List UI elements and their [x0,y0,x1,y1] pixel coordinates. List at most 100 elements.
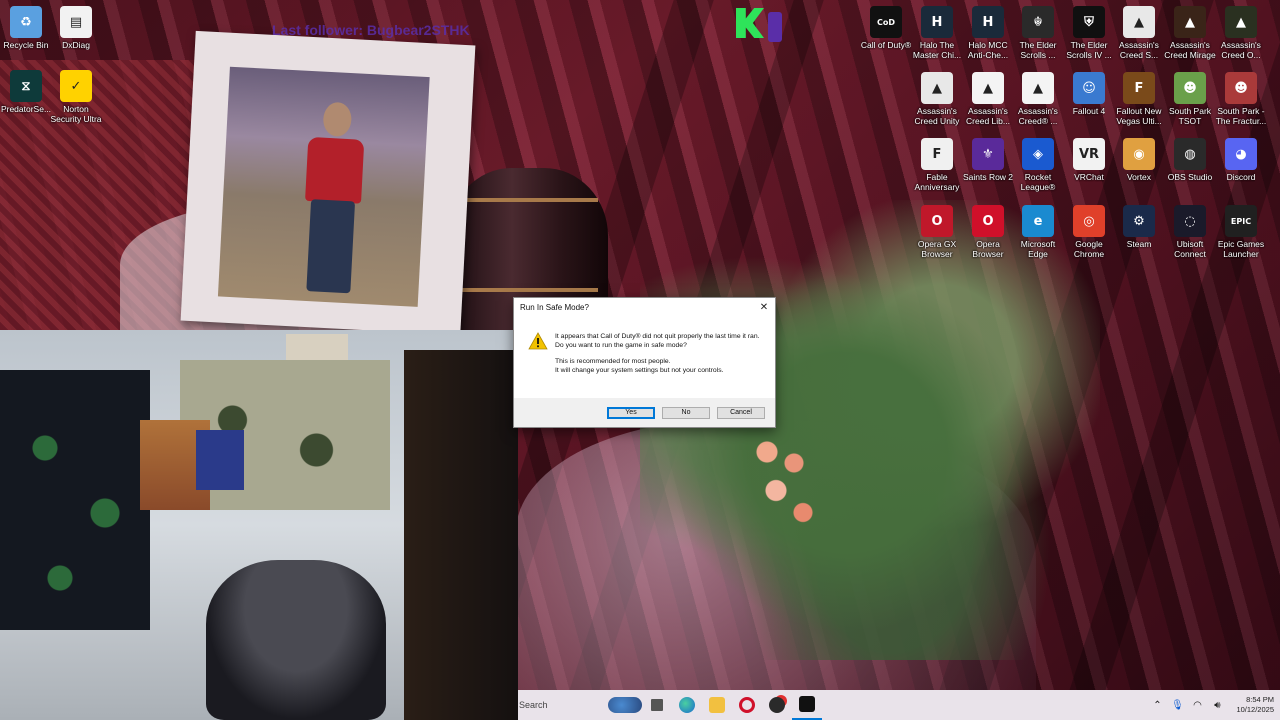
desktop-shortcut[interactable]: ▲ Assassin's Creed Mirage [1164,6,1216,60]
desktop-shortcut[interactable]: ▲ Assassin's Creed S... [1113,6,1165,60]
clock-time: 8:54 PM [1246,695,1274,704]
epic-games-icon: EPIC [1225,205,1257,237]
search-input[interactable]: Search [519,700,548,710]
desktop-shortcut[interactable]: O Opera Browser [962,205,1014,259]
ac-syndicate-icon: ▲ [1123,6,1155,38]
dialog-button-row: Yes No Cancel [514,398,775,427]
desktop-shortcut[interactable]: ◍ OBS Studio [1164,138,1216,182]
south-park-fbw-icon: ☻ [1225,72,1257,104]
desktop-shortcut[interactable]: ◉ Vortex [1113,138,1165,182]
wifi-icon[interactable]: ◠ [1190,698,1204,712]
desktop-shortcut-label: DxDiag [62,40,90,50]
folder-icon [709,697,725,713]
desktop-shortcut[interactable]: ☺ Fallout 4 [1063,72,1115,116]
desktop-shortcut[interactable]: O Opera GX Browser [911,205,963,259]
desktop-shortcut[interactable]: VR VRChat [1063,138,1115,182]
desktop-shortcut[interactable]: e Microsoft Edge [1012,205,1064,259]
desktop-shortcut[interactable]: ▲ Assassin's Creed® ... [1012,72,1064,126]
desktop-shortcut-label: Google Chrome [1073,239,1105,259]
desktop-shortcut[interactable]: H Halo MCC Anti-Che... [962,6,1014,60]
desktop-shortcut[interactable]: ⚙ Steam [1113,205,1165,249]
desktop-shortcut[interactable]: ♻ Recycle Bin [0,6,52,50]
dialog-titlebar[interactable]: Run In Safe Mode? ✕ [514,298,775,316]
desktop-shortcut-label: South Park TSOT [1168,106,1212,126]
ac-mirage-icon: ▲ [1174,6,1206,38]
taskbar-edge-button[interactable] [672,690,702,720]
desktop-shortcut-label: Opera Browser [972,239,1004,259]
desktop-shortcut[interactable]: H Halo The Master Chi... [911,6,963,60]
desktop-shortcut[interactable]: ⚜ Saints Row 2 [962,138,1014,182]
stream-follower-overlay: Last follower: Bugbear2STHK [272,22,470,38]
doorframe [404,350,518,720]
halo-anticheat-icon: H [972,6,1004,38]
desktop-shortcut[interactable]: ⛨ The Elder Scrolls IV ... [1063,6,1115,60]
desktop-shortcut[interactable]: ✓ Norton Security Ultra [50,70,102,124]
steam-icon: ⚙ [1123,205,1155,237]
desktop-shortcut[interactable]: ◎ Google Chrome [1063,205,1115,259]
potted-plant [640,200,1100,660]
fable-icon: F [921,138,953,170]
microsoft-edge-icon: e [1022,205,1054,237]
clock[interactable]: 8:54 PM 10/12/2025 [1230,695,1274,715]
dialog-message: It appears that Call of Duty® did not qu… [555,333,765,383]
desktop-shortcut-label: Vortex [1126,172,1152,182]
dialog-line-2: Do you want to run the game in safe mode… [555,341,687,349]
kick-logo [736,8,794,42]
desktop-shortcut[interactable]: ☻ South Park - The Fractur... [1215,72,1267,126]
desktop-shortcut-label: Assassin's Creed Unity [914,106,960,126]
desktop-shortcut[interactable]: ▲ Assassin's Creed Lib... [962,72,1014,126]
warning-icon [528,332,548,350]
volume-icon[interactable]: 🔊︎ [1210,698,1224,712]
dialog-line-3: This is recommended for most people. [555,358,671,365]
dxdiag-icon: ▤ [60,6,92,38]
dialog-title: Run In Safe Mode? [520,302,589,312]
desktop-shortcut-label: Epic Games Launcher [1217,239,1265,259]
desktop-shortcut[interactable]: ☻ South Park TSOT [1164,72,1216,126]
desktop-shortcut-label: Assassin's Creed Mirage [1164,40,1216,60]
chevron-up-icon[interactable]: ⌃ [1150,698,1164,712]
ac-unity-icon: ▲ [921,72,953,104]
vortex-icon: ◉ [1123,138,1155,170]
desktop-shortcut-label: Discord [1226,172,1256,182]
desktop-shortcut[interactable]: ◕ Discord [1215,138,1267,182]
desktop-shortcut-label: Assassin's Creed Lib... [966,106,1010,126]
ubisoft-connect-icon: ◌ [1174,205,1206,237]
microphone-icon[interactable]: 🎙︎ [1170,698,1184,712]
rocket-league-icon: ◈ [1022,138,1054,170]
desktop-shortcut[interactable]: ◌ Ubisoft Connect [1164,205,1216,259]
desktop-shortcut[interactable]: ▲ Assassin's Creed Unity [911,72,963,126]
desktop-shortcut-label: Halo MCC Anti-Che... [967,40,1009,60]
desktop-shortcut[interactable]: F Fallout New Vegas Ulti... [1113,72,1165,126]
desktop-shortcut[interactable]: EPIC Epic Games Launcher [1215,205,1267,259]
google-chrome-icon: ◎ [1073,205,1105,237]
yes-button[interactable]: Yes [607,406,655,419]
discord-icon: ◕ [1225,138,1257,170]
taskbar-search[interactable]: Search [518,690,642,720]
cancel-button[interactable]: Cancel [717,406,765,419]
desktop-shortcut[interactable]: ▲ Assassin's Creed O... [1215,6,1267,60]
desktop-shortcut[interactable]: ☬ The Elder Scrolls ... [1012,6,1064,60]
task-view-icon [651,699,663,711]
task-view-button[interactable] [642,690,672,720]
taskbar-explorer-button[interactable] [702,690,732,720]
desktop-shortcut[interactable]: ◈ Rocket League® [1012,138,1064,192]
taskbar-obs-button[interactable] [762,690,792,720]
desktop-shortcut-label: VRChat [1074,172,1104,182]
elder-scrolls-iv-icon: ⛨ [1073,6,1105,38]
halo-mcc-icon: H [921,6,953,38]
opera-icon: O [972,205,1004,237]
close-icon[interactable]: ✕ [757,300,771,314]
desktop-shortcut-label: Call of Duty® [860,40,912,50]
taskbar-opera-button[interactable] [732,690,762,720]
call-of-duty-icon: CoD [870,6,902,38]
taskbar-cod-button[interactable] [792,690,822,720]
south-park-tsot-icon: ☻ [1174,72,1206,104]
desktop-shortcut-label: Recycle Bin [3,40,49,50]
desktop-shortcut-label: Steam [1126,239,1152,249]
desktop-shortcut[interactable]: ⧖ PredatorSe... [0,70,52,114]
edge-icon [679,697,695,713]
desktop-shortcut[interactable]: ▤ DxDiag [50,6,102,50]
no-button[interactable]: No [662,406,710,419]
desktop-shortcut[interactable]: CoD Call of Duty® [860,6,912,50]
desktop-shortcut[interactable]: F Fable Anniversary [911,138,963,192]
